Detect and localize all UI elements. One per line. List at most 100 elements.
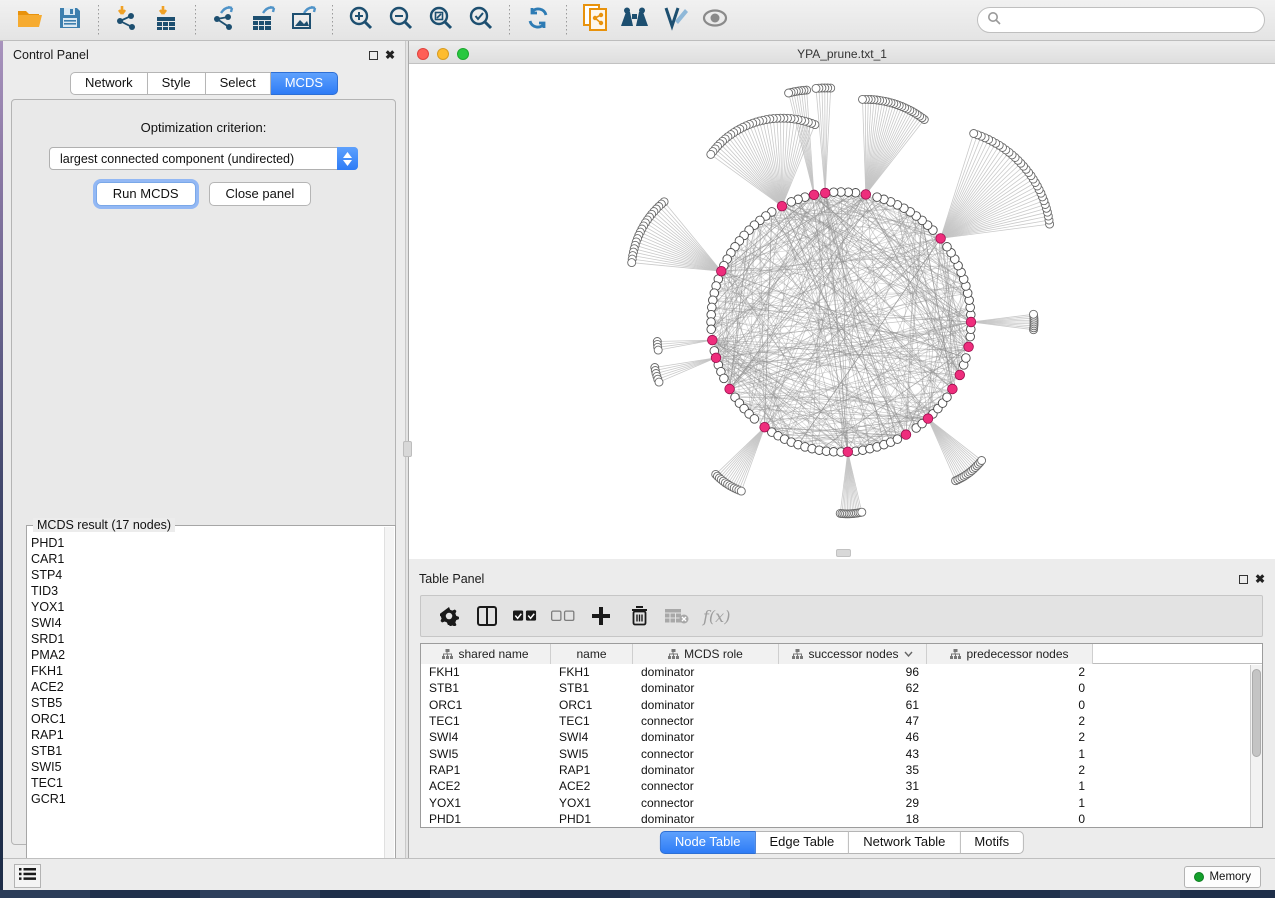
mcds-hub-node[interactable] [708, 335, 718, 345]
mcds-result-item[interactable]: ACE2 [31, 679, 383, 695]
mcds-result-item[interactable]: STB5 [31, 695, 383, 711]
leaf-node[interactable] [785, 89, 793, 97]
table-row[interactable]: ORC1ORC1dominator610 [421, 697, 1262, 713]
leaf-node[interactable] [858, 508, 866, 516]
table-row[interactable]: FKH1FKH1dominator962 [421, 664, 1262, 680]
zoom-in-button[interactable] [346, 5, 376, 35]
leaf-node[interactable] [628, 259, 636, 267]
run-mcds-button[interactable]: Run MCDS [96, 182, 196, 206]
mcds-hub-node[interactable] [711, 353, 721, 363]
leaf-node[interactable] [737, 487, 745, 495]
search-input[interactable] [1001, 13, 1255, 27]
task-history-button[interactable] [14, 864, 41, 888]
mcds-hub-node[interactable] [955, 370, 965, 380]
tab-select[interactable]: Select [206, 72, 271, 95]
vizmapper-style-button[interactable] [660, 5, 690, 35]
tab-network[interactable]: Network [70, 72, 148, 95]
mcds-result-item[interactable]: CAR1 [31, 551, 383, 567]
table-row[interactable]: STB1STB1dominator620 [421, 680, 1262, 696]
table-row[interactable]: SWI4SWI4dominator462 [421, 729, 1262, 745]
refresh-layout-button[interactable] [523, 5, 553, 35]
ring-node[interactable] [707, 325, 716, 334]
zoom-selected-button[interactable] [466, 5, 496, 35]
mcds-result-item[interactable]: TID3 [31, 583, 383, 599]
delete-column-trash-icon[interactable] [627, 604, 651, 628]
column-header-predecessor-nodes[interactable]: predecessor nodes [927, 644, 1093, 664]
show-columns-icon[interactable] [475, 604, 499, 628]
export-network-button[interactable] [209, 5, 239, 35]
close-panel-button[interactable]: Close panel [209, 182, 312, 206]
mcds-hub-node[interactable] [948, 384, 958, 394]
close-panel-icon[interactable]: ✖ [1255, 575, 1265, 584]
mcds-hub-node[interactable] [901, 430, 911, 440]
mcds-hub-node[interactable] [820, 188, 830, 198]
search-binoculars-button[interactable] [620, 5, 650, 35]
mcds-result-item[interactable]: SWI4 [31, 615, 383, 631]
deselect-all-icon[interactable] [551, 604, 575, 628]
mcds-hub-node[interactable] [861, 190, 871, 200]
leaf-node[interactable] [978, 457, 986, 465]
minimize-window-icon[interactable] [437, 48, 449, 60]
mcds-hub-node[interactable] [777, 201, 787, 211]
memory-button[interactable]: Memory [1184, 866, 1261, 888]
mcds-result-item[interactable]: RAP1 [31, 727, 383, 743]
zoom-out-button[interactable] [386, 5, 416, 35]
mcds-result-item[interactable]: STB1 [31, 743, 383, 759]
table-scrollbar[interactable] [1250, 665, 1262, 827]
horizontal-splitter-grip[interactable] [836, 549, 851, 557]
mcds-result-item[interactable]: PHD1 [31, 535, 383, 551]
mcds-hub-node[interactable] [936, 234, 946, 244]
column-header-successor-nodes[interactable]: successor nodes [779, 644, 927, 664]
mcds-hub-node[interactable] [964, 342, 974, 352]
tab-motifs[interactable]: Motifs [960, 831, 1024, 854]
ring-node[interactable] [893, 435, 902, 444]
save-session-button[interactable] [55, 5, 85, 35]
mcds-list-scrollbar[interactable] [384, 527, 394, 895]
tab-edge-table[interactable]: Edge Table [755, 831, 849, 854]
table-scrollbar-thumb[interactable] [1252, 669, 1261, 757]
zoom-fit-button[interactable] [426, 5, 456, 35]
mcds-hub-node[interactable] [843, 447, 853, 457]
table-row[interactable]: ACE2ACE2connector311 [421, 778, 1262, 794]
mcds-result-item[interactable]: TEC1 [31, 775, 383, 791]
close-panel-icon[interactable]: ✖ [385, 51, 395, 60]
network-titlebar[interactable]: YPA_prune.txt_1 [409, 45, 1275, 64]
mcds-result-item[interactable]: SRD1 [31, 631, 383, 647]
ring-node[interactable] [943, 243, 952, 252]
open-file-button[interactable] [15, 5, 45, 35]
mcds-result-item[interactable]: YOX1 [31, 599, 383, 615]
table-row[interactable]: TEC1TEC1connector472 [421, 713, 1262, 729]
mcds-hub-node[interactable] [966, 317, 976, 327]
ring-node[interactable] [962, 354, 971, 363]
table-row[interactable]: SWI5SWI5connector431 [421, 745, 1262, 761]
close-window-icon[interactable] [417, 48, 429, 60]
ring-node[interactable] [943, 393, 952, 402]
mcds-hub-node[interactable] [923, 414, 933, 424]
column-header-name[interactable]: name [551, 644, 633, 664]
mcds-result-item[interactable]: ORC1 [31, 711, 383, 727]
show-hide-button[interactable] [700, 5, 730, 35]
mcds-result-item[interactable]: STP4 [31, 567, 383, 583]
leaf-node[interactable] [970, 130, 978, 138]
leaf-node[interactable] [812, 84, 820, 92]
mcds-result-item[interactable]: FKH1 [31, 663, 383, 679]
global-search-field[interactable] [977, 7, 1265, 33]
export-image-button[interactable] [289, 5, 319, 35]
table-row[interactable]: RAP1RAP1dominator352 [421, 762, 1262, 778]
ring-node[interactable] [873, 193, 882, 202]
optimization-criterion-select[interactable]: largest connected component (undirected) [49, 147, 358, 170]
float-window-icon[interactable] [369, 51, 378, 60]
export-table-button[interactable] [249, 5, 279, 35]
column-header-MCDS-role[interactable]: MCDS role [633, 644, 779, 664]
import-table-button[interactable] [152, 5, 182, 35]
float-window-icon[interactable] [1239, 575, 1248, 584]
tab-style[interactable]: Style [148, 72, 206, 95]
mcds-result-item[interactable]: GCR1 [31, 791, 383, 807]
splitter-grip[interactable] [403, 441, 412, 457]
ring-node[interactable] [829, 188, 838, 197]
column-header-shared-name[interactable]: shared name [421, 644, 551, 664]
table-row[interactable]: PHD1PHD1dominator180 [421, 811, 1262, 827]
tab-mcds[interactable]: MCDS [271, 72, 338, 95]
mcds-hub-node[interactable] [809, 190, 819, 200]
clone-network-button[interactable] [580, 5, 610, 35]
